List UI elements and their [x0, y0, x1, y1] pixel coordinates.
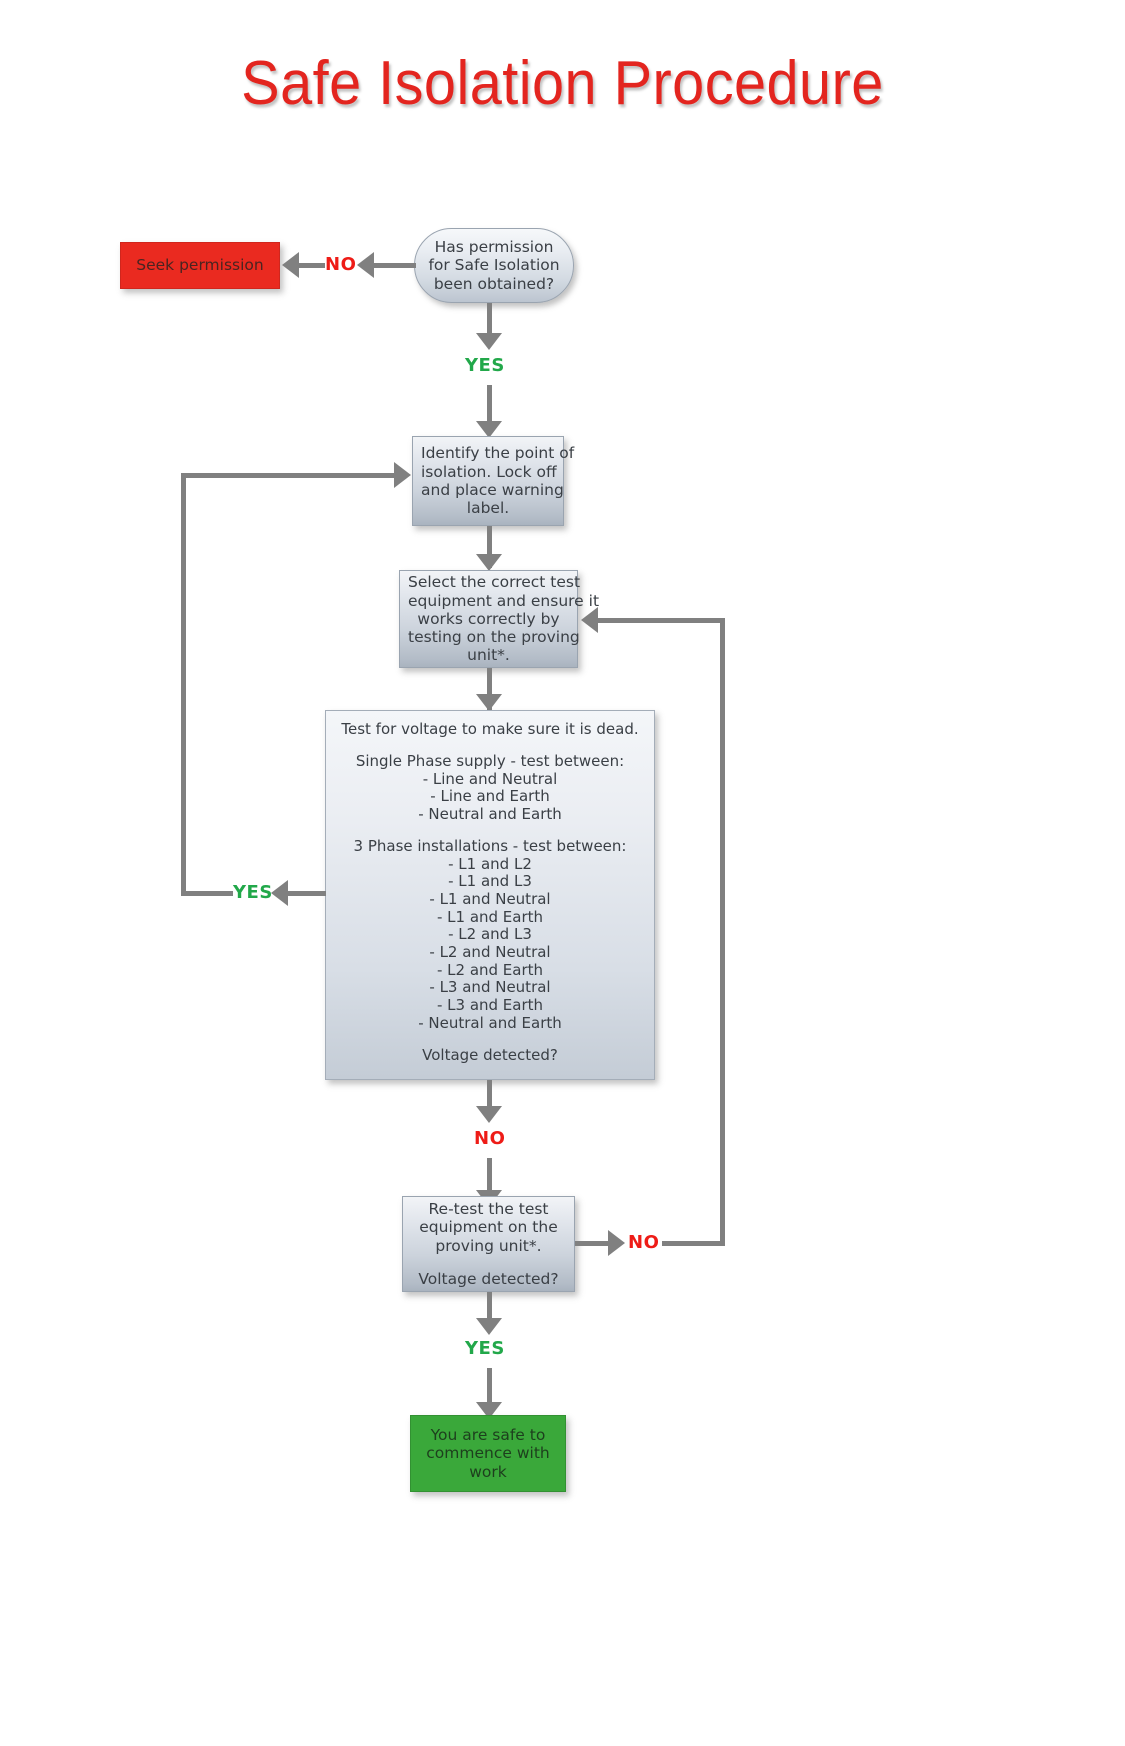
arrowhead-identify-to-select	[476, 554, 502, 571]
retest-line2: equipment on the	[419, 1218, 558, 1237]
retest-line3: proving unit*.	[435, 1236, 542, 1255]
edge-label-voltage-yes: YES	[233, 882, 273, 903]
arrowhead-voltage-yes	[271, 880, 288, 906]
permission-check-line3: been obtained?	[433, 274, 555, 293]
arrowhead-permission-no-end	[282, 252, 299, 278]
identify-line4: label.	[466, 499, 510, 518]
seek-permission-label: Seek permission	[136, 256, 264, 275]
select-equipment-line3: works correctly by	[417, 609, 560, 628]
arrowhead-voltage-yes-to-identify	[394, 462, 411, 488]
three-phase-item-7: - L3 and Neutral	[429, 978, 551, 997]
three-phase-item-1: - L1 and L3	[448, 872, 532, 891]
arrowhead-permission-yes-mid	[476, 333, 502, 350]
voltage-test-question: Voltage detected?	[422, 1045, 558, 1064]
node-identify-isolation: Identify the point of isolation. Lock of…	[412, 436, 575, 526]
three-phase-item-2: - L1 and Neutral	[429, 890, 551, 908]
identify-line3: and place warning	[421, 481, 564, 499]
single-phase-item-1: - Line and Earth	[430, 787, 550, 806]
arrowhead-retest-no	[608, 1230, 625, 1256]
node-permission-check: Has permission for Safe Isolation been o…	[414, 228, 574, 303]
single-phase-item-2: - Neutral and Earth	[418, 805, 562, 823]
node-seek-permission: Seek permission	[120, 242, 280, 289]
edge-voltage-yes-outer	[181, 891, 233, 896]
edge-retest-no-riser	[720, 618, 725, 1244]
voltage-test-heading: Test for voltage to make sure it is dead…	[341, 720, 639, 738]
retest-line1: Re-test the test	[428, 1200, 549, 1219]
permission-check-line1: Has permission	[434, 238, 554, 257]
edge-label-permission-yes: YES	[465, 355, 505, 376]
node-voltage-test: Test for voltage to make sure it is dead…	[325, 710, 655, 1080]
edge-label-permission-no: NO	[325, 254, 357, 275]
edge-permission-yes-upper	[487, 303, 492, 337]
edge-voltage-yes-to-identify	[181, 473, 396, 478]
safe-line3: work	[469, 1462, 507, 1481]
identify-line2: isolation. Lock off	[421, 462, 557, 481]
arrowhead-permission-no-mid	[357, 252, 374, 278]
single-phase-item-0: - Line and Neutral	[422, 769, 558, 788]
node-select-equipment: Select the correct test equipment and en…	[399, 570, 600, 668]
single-phase-title: Single Phase supply - test between:	[355, 751, 625, 770]
select-equipment-line1: Select the correct test	[408, 573, 581, 592]
edge-retest-no-inner	[575, 1241, 612, 1246]
edge-retest-no-to-select	[598, 618, 723, 623]
retest-question: Voltage detected?	[418, 1269, 559, 1288]
three-phase-title: 3 Phase installations - test between:	[353, 836, 627, 855]
select-equipment-line5: unit*.	[467, 646, 510, 665]
three-phase-item-9: - Neutral and Earth	[418, 1013, 562, 1032]
arrowhead-retest-no-to-select	[581, 607, 598, 633]
select-equipment-line2: equipment and ensure it	[408, 591, 600, 610]
arrowhead-retest-yes-mid	[476, 1318, 502, 1335]
edge-label-voltage-no: NO	[474, 1128, 506, 1149]
three-phase-item-6: - L2 and Earth	[436, 960, 544, 979]
three-phase-item-4: - L2 and L3	[448, 925, 532, 944]
three-phase-item-5: - L2 and Neutral	[429, 943, 551, 962]
safe-line1: You are safe to	[430, 1426, 546, 1445]
edge-label-retest-no: NO	[628, 1232, 660, 1253]
edge-permission-no-left	[299, 263, 325, 268]
select-equipment-line4: testing on the proving	[408, 628, 580, 647]
three-phase-item-0: - L1 and L2	[448, 854, 532, 873]
arrowhead-voltage-no-mid	[476, 1106, 502, 1123]
node-retest-equipment: Re-test the test equipment on the provin…	[402, 1196, 575, 1292]
permission-check-line2: for Safe Isolation	[428, 256, 560, 275]
edge-retest-no-outer	[662, 1241, 725, 1246]
arrowhead-select-to-test	[476, 694, 502, 711]
edge-voltage-yes-riser	[181, 473, 186, 894]
edge-permission-no-right	[374, 263, 416, 268]
three-phase-item-3: - L1 and Earth	[436, 907, 544, 926]
edge-voltage-yes-inner	[288, 891, 326, 896]
safe-line2: commence with	[426, 1444, 550, 1463]
edge-label-retest-yes: YES	[465, 1338, 505, 1359]
identify-line1: Identify the point of	[421, 444, 575, 463]
three-phase-item-8: - L3 and Earth	[436, 996, 544, 1015]
node-safe-to-work: You are safe to commence with work	[410, 1415, 566, 1492]
flowchart-canvas: Safe Isolation Procedure Has permission …	[0, 0, 1125, 1746]
page-title: Safe Isolation Procedure	[241, 49, 884, 118]
